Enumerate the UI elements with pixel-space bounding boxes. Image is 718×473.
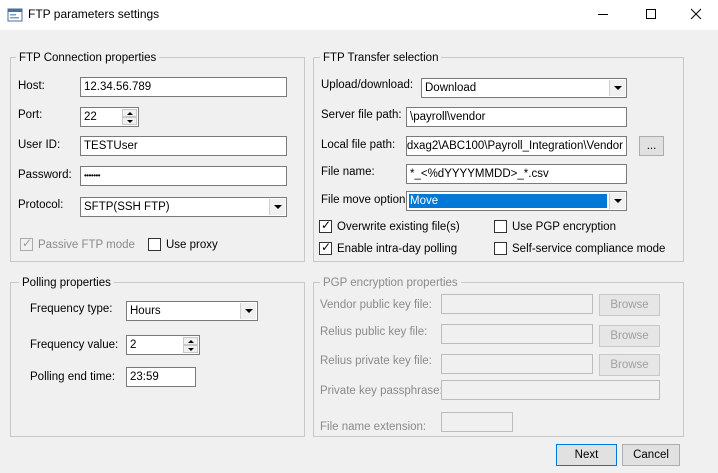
freq-value-label: Frequency value: <box>30 339 119 351</box>
chevron-down-icon <box>240 303 256 319</box>
arrow-up-icon <box>126 111 133 115</box>
protocol-dropdown[interactable]: SFTP(SSH FTP) <box>80 197 287 217</box>
pgp-legend: PGP encryption properties <box>320 276 461 290</box>
maximize-button[interactable] <box>628 0 674 30</box>
selfservice-checkbox[interactable] <box>494 242 507 255</box>
freq-down-button[interactable] <box>183 345 198 353</box>
freq-type-dropdown[interactable]: Hours <box>126 301 258 321</box>
overwrite-label: Overwrite existing file(s) <box>337 221 460 233</box>
move-option-dropdown[interactable]: Move <box>406 191 627 211</box>
minimize-icon <box>597 8 609 23</box>
intraday-label: Enable intra-day polling <box>337 243 458 255</box>
app-icon <box>7 7 23 23</box>
port-stepper[interactable]: 22 <box>80 107 139 127</box>
arrow-down-icon <box>126 119 133 123</box>
passive-checkbox[interactable]: ✓ <box>20 236 33 251</box>
close-button[interactable] <box>673 0 718 30</box>
relius-pub-browse-button[interactable]: Browse <box>599 325 660 347</box>
freq-type-label: Frequency type: <box>30 303 113 315</box>
local-path-browse-button[interactable]: ... <box>639 136 664 156</box>
protocol-label: Protocol: <box>18 199 64 211</box>
end-time-label: Polling end time: <box>30 371 116 383</box>
extension-label: File name extension: <box>320 421 427 433</box>
relius-pub-label: Relius public key file: <box>320 326 428 338</box>
close-icon <box>690 8 702 23</box>
userid-field[interactable]: TESTUser <box>80 136 287 156</box>
checkmark-icon: ✓ <box>321 218 332 232</box>
server-path-label: Server file path: <box>321 109 402 121</box>
maximize-icon <box>645 8 657 23</box>
relius-pub-field[interactable] <box>441 324 593 344</box>
freq-up-button[interactable] <box>183 337 198 345</box>
vendor-key-field[interactable] <box>441 294 593 314</box>
proxy-checkbox[interactable] <box>148 238 161 251</box>
arrow-up-icon <box>187 339 194 343</box>
end-time-field[interactable]: 23:59 <box>126 367 196 387</box>
selfservice-label: Self-service compliance mode <box>512 243 666 255</box>
port-up-button[interactable] <box>122 109 137 117</box>
vendor-key-label: Vendor public key file: <box>320 299 432 311</box>
title-bar: FTP parameters settings <box>0 0 718 30</box>
local-path-label: Local file path: <box>321 139 396 151</box>
overwrite-checkbox[interactable]: ✓ <box>319 218 332 233</box>
server-path-field[interactable]: \payroll\vendor <box>406 107 627 127</box>
polling-legend: Polling properties <box>19 276 114 290</box>
relius-priv-browse-button[interactable]: Browse <box>599 354 660 376</box>
transfer-legend: FTP Transfer selection <box>320 51 442 65</box>
move-option-label: File move option: <box>321 194 409 206</box>
local-path-field[interactable]: aspdxag2\ABC100\Payroll_Integration\Vend… <box>406 136 627 156</box>
updown-value: Download <box>425 82 477 94</box>
checkmark-icon: ✓ <box>22 236 33 250</box>
vendor-key-browse-button[interactable]: Browse <box>599 294 660 316</box>
cancel-button[interactable]: Cancel <box>622 444 680 466</box>
passive-label: Passive FTP mode <box>38 239 135 251</box>
chevron-down-icon <box>609 193 625 209</box>
relius-priv-field[interactable] <box>441 354 593 374</box>
userid-label: User ID: <box>18 139 61 151</box>
passphrase-label: Private key passphrase: <box>320 385 443 397</box>
freq-type-value: Hours <box>130 305 161 317</box>
filename-label: File name: <box>321 166 375 178</box>
connection-legend: FTP Connection properties <box>16 51 160 65</box>
port-value: 22 <box>84 111 97 123</box>
host-field[interactable]: 12.34.56.789 <box>80 77 287 97</box>
local-path-value: aspdxag2\ABC100\Payroll_Integration\Vend… <box>406 140 623 152</box>
chevron-down-icon <box>269 199 285 215</box>
passphrase-field[interactable] <box>441 380 660 400</box>
extension-field[interactable] <box>441 412 513 432</box>
minimize-button[interactable] <box>580 0 626 30</box>
proxy-label: Use proxy <box>166 239 218 251</box>
intraday-checkbox[interactable]: ✓ <box>319 240 332 255</box>
freq-value: 2 <box>130 339 137 351</box>
host-label: Host: <box>18 80 45 92</box>
move-option-value: Move <box>409 194 607 208</box>
protocol-value: SFTP(SSH FTP) <box>84 201 170 213</box>
arrow-down-icon <box>187 347 194 351</box>
pgp-label: Use PGP encryption <box>512 221 616 233</box>
next-button[interactable]: Next <box>556 444 617 466</box>
window-title: FTP parameters settings <box>28 7 160 21</box>
updown-dropdown[interactable]: Download <box>421 78 627 98</box>
password-field[interactable]: ••••••• <box>80 166 287 186</box>
pgp-checkbox[interactable] <box>494 220 507 233</box>
port-down-button[interactable] <box>122 117 137 125</box>
updown-label: Upload/download: <box>321 79 414 91</box>
password-label: Password: <box>18 169 72 181</box>
port-label: Port: <box>18 109 43 121</box>
checkmark-icon: ✓ <box>321 240 332 254</box>
filename-field[interactable]: *_<%dYYYYMMDD>_*.csv <box>406 164 627 184</box>
relius-priv-label: Relius private key file: <box>320 355 432 367</box>
freq-value-stepper[interactable]: 2 <box>126 335 200 355</box>
chevron-down-icon <box>609 80 625 96</box>
